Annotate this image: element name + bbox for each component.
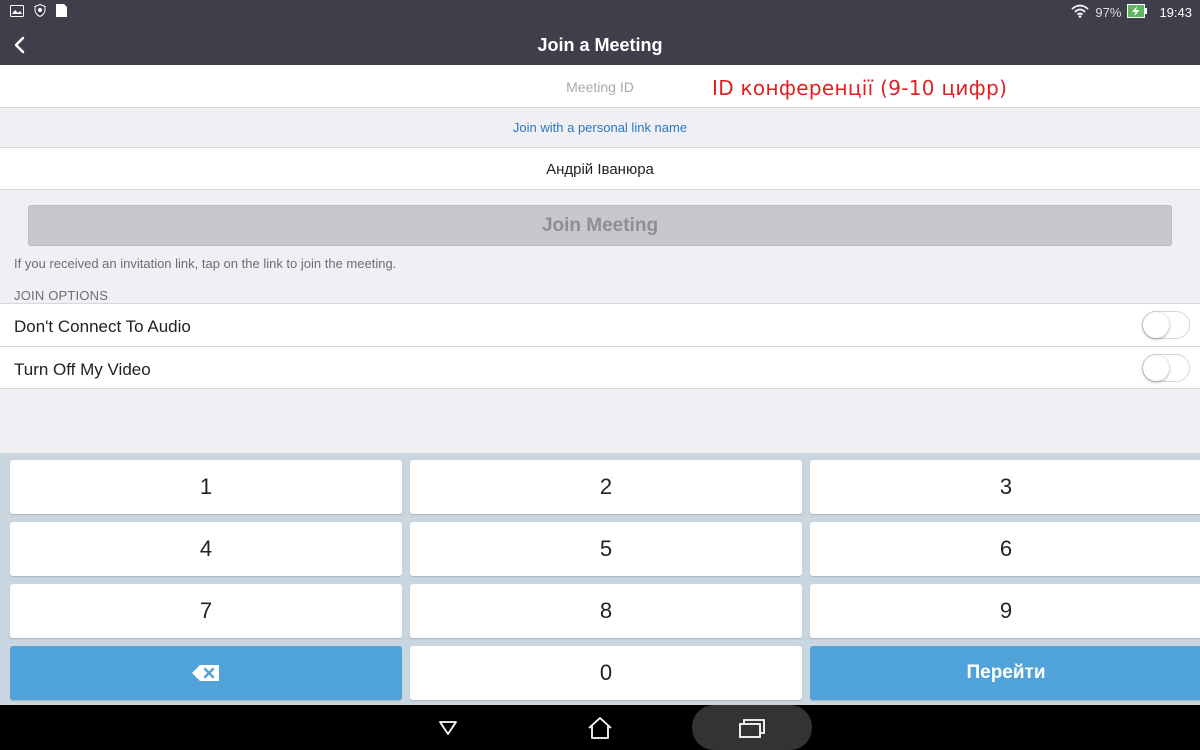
clock: 19:43 [1159, 5, 1192, 20]
recents-icon [739, 718, 765, 738]
backspace-key[interactable] [10, 646, 402, 700]
audio-toggle[interactable] [1142, 311, 1190, 339]
nav-recents-button[interactable] [732, 705, 772, 750]
display-name-input[interactable] [0, 148, 1200, 190]
key-5[interactable]: 5 [410, 522, 802, 576]
key-9[interactable]: 9 [810, 584, 1200, 638]
personal-link-row: Join with a personal link name [0, 108, 1200, 148]
battery-charging-icon [1127, 4, 1148, 21]
join-options-label: JOIN OPTIONS [14, 288, 109, 303]
sd-card-icon [56, 4, 67, 20]
option-dont-connect-audio: Don't Connect To Audio [0, 303, 1200, 346]
battery-percent: 97% [1095, 5, 1122, 20]
toggle-knob [1143, 355, 1169, 381]
invitation-hint: If you received an invitation link, tap … [14, 256, 397, 271]
video-toggle[interactable] [1142, 354, 1190, 382]
wifi-icon [1071, 4, 1090, 21]
meeting-id-input[interactable] [0, 65, 1200, 108]
vpn-shield-icon [34, 3, 46, 20]
meeting-id-row [0, 65, 1200, 108]
nav-home-button[interactable] [580, 705, 620, 750]
option-label: Turn Off My Video [14, 360, 151, 379]
nav-back-button[interactable] [428, 705, 468, 750]
status-bar: 97% 19:43 [0, 0, 1200, 25]
option-turn-off-video: Turn Off My Video [0, 346, 1200, 389]
key-0[interactable]: 0 [410, 646, 802, 700]
triangle-back-icon [439, 720, 457, 735]
meeting-id-annotation: ID конференції (9-10 цифр) [712, 76, 1008, 100]
toggle-knob [1143, 312, 1169, 338]
key-2[interactable]: 2 [410, 460, 802, 514]
key-7[interactable]: 7 [10, 584, 402, 638]
numeric-keypad: 1 2 3 4 5 6 7 8 9 0 Перейти [0, 453, 1200, 705]
personal-link-name-link[interactable]: Join with a personal link name [513, 120, 687, 135]
header-bar: Join a Meeting [0, 25, 1200, 65]
key-1[interactable]: 1 [10, 460, 402, 514]
page-title: Join a Meeting [537, 35, 663, 55]
key-6[interactable]: 6 [810, 522, 1200, 576]
home-icon [588, 716, 612, 739]
gallery-notification-icon [10, 4, 24, 20]
join-meeting-button[interactable]: Join Meeting [28, 205, 1172, 246]
option-label: Don't Connect To Audio [14, 317, 191, 336]
name-row [0, 148, 1200, 190]
key-3[interactable]: 3 [810, 460, 1200, 514]
key-8[interactable]: 8 [410, 584, 802, 638]
go-key[interactable]: Перейти [810, 646, 1200, 700]
key-4[interactable]: 4 [10, 522, 402, 576]
backspace-icon [192, 665, 219, 681]
system-nav-bar [0, 705, 1200, 750]
